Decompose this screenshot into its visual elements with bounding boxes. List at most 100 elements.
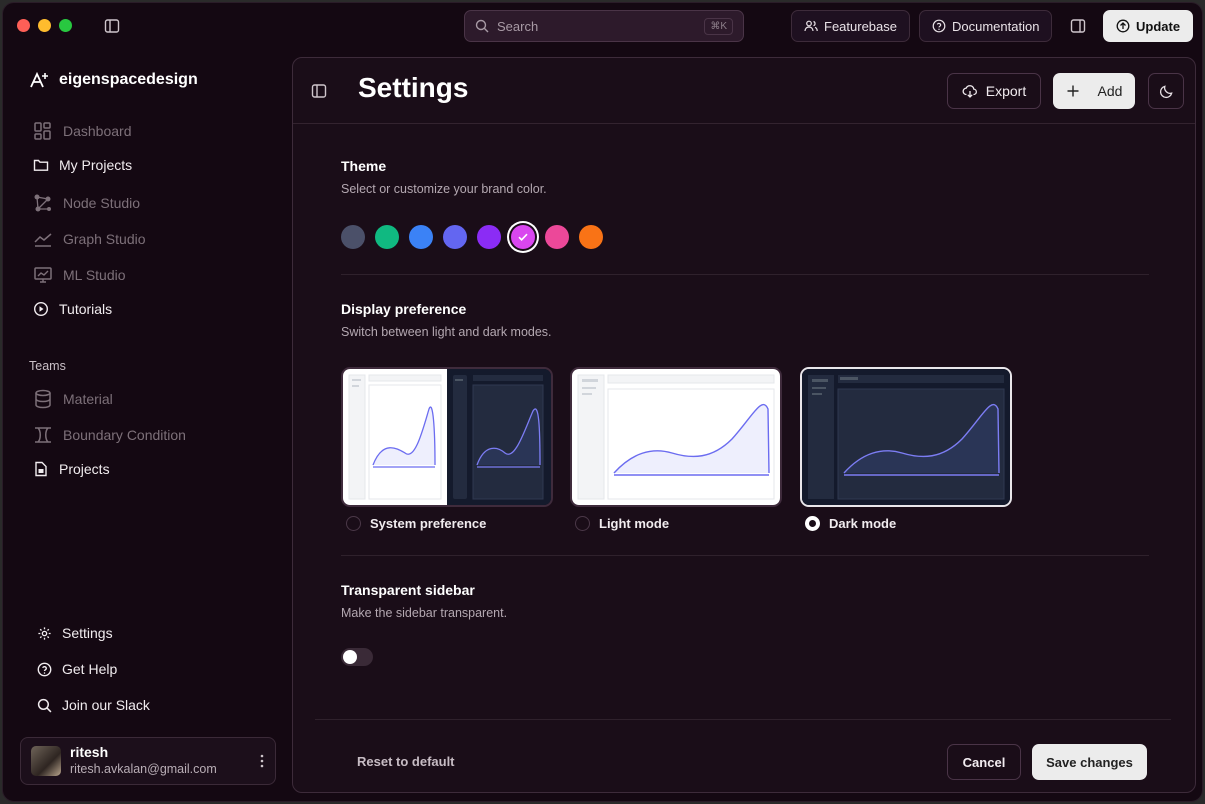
sidebar-item-node-studio[interactable]: Node Studio	[33, 193, 140, 213]
color-swatch-slate[interactable]	[341, 225, 365, 249]
system-preview-image	[343, 369, 551, 505]
app-window: Search ⌘K Featurebase Documentation Upda…	[2, 2, 1203, 802]
sidebar-item-join-slack[interactable]: Join our Slack	[37, 697, 150, 713]
transparent-title: Transparent sidebar	[341, 582, 475, 598]
file-icon	[33, 461, 49, 477]
sidebar-item-label: Get Help	[62, 661, 118, 677]
settings-header: Settings Export Add	[293, 58, 1195, 124]
sidebar-item-label: Settings	[62, 625, 113, 641]
help-circle-icon	[932, 19, 946, 33]
light-mode-card[interactable]	[570, 367, 782, 507]
theme-title: Theme	[341, 158, 387, 174]
sidebar-item-label: Boundary Condition	[63, 427, 186, 443]
transparent-sidebar-toggle[interactable]	[341, 648, 373, 666]
brand-name: eigenspacedesign	[59, 71, 198, 88]
color-swatch-fuchsia[interactable]	[511, 225, 535, 249]
system-preference-option[interactable]: System preference	[346, 516, 486, 531]
dashboard-icon	[33, 121, 53, 141]
sidebar-item-my-projects[interactable]: My Projects	[33, 157, 132, 173]
moon-icon	[1159, 84, 1174, 99]
color-swatch-pink[interactable]	[545, 225, 569, 249]
user-name: ritesh	[70, 744, 109, 761]
sidebar-item-label: ML Studio	[63, 267, 126, 283]
reset-to-default-button[interactable]: Reset to default	[357, 754, 455, 769]
sidebar-item-dashboard[interactable]: Dashboard	[33, 121, 132, 141]
minimize-window-button[interactable]	[38, 19, 51, 32]
sidebar-item-material[interactable]: Material	[33, 389, 113, 409]
color-swatch-green[interactable]	[375, 225, 399, 249]
divider	[341, 274, 1149, 275]
color-swatch-violet[interactable]	[477, 225, 501, 249]
save-changes-button[interactable]: Save changes	[1032, 744, 1147, 780]
light-preview-image	[572, 369, 780, 505]
system-preference-label: System preference	[370, 516, 487, 531]
folder-icon	[33, 157, 49, 173]
search-icon	[475, 19, 489, 33]
sidebar-item-label: Join our Slack	[62, 697, 150, 713]
user-card[interactable]: ritesh ritesh.avkalan@gmail.com	[20, 737, 276, 785]
export-label: Export	[985, 83, 1027, 99]
maximize-window-button[interactable]	[59, 19, 72, 32]
featurebase-button[interactable]: Featurebase	[791, 10, 910, 42]
teams-heading: Teams	[29, 359, 66, 373]
dark-mode-card[interactable]	[800, 367, 1012, 507]
update-label: Update	[1136, 18, 1181, 34]
panel-toggle-icon[interactable]	[1069, 17, 1087, 35]
plus-icon	[1066, 84, 1080, 98]
export-button[interactable]: Export	[947, 73, 1041, 109]
toggle-knob	[343, 650, 357, 664]
light-mode-label: Light mode	[599, 516, 670, 531]
system-preference-card[interactable]	[341, 367, 553, 507]
brand[interactable]: eigenspacedesign	[29, 71, 198, 89]
color-swatch-indigo[interactable]	[443, 225, 467, 249]
database-icon	[33, 389, 53, 409]
sidebar-item-projects[interactable]: Projects	[33, 461, 110, 477]
sidebar-item-settings[interactable]: Settings	[37, 625, 113, 641]
update-button[interactable]: Update	[1103, 10, 1194, 42]
logo-icon	[29, 71, 51, 89]
help-icon	[37, 662, 52, 677]
dark-mode-option[interactable]: Dark mode	[805, 516, 896, 531]
sidebar-item-get-help[interactable]: Get Help	[37, 661, 117, 677]
more-vertical-icon[interactable]	[259, 754, 265, 768]
arrow-up-circle-icon	[1116, 19, 1130, 33]
sidebar-item-tutorials[interactable]: Tutorials	[33, 301, 112, 317]
search-input[interactable]: Search ⌘K	[464, 10, 744, 42]
documentation-button[interactable]: Documentation	[919, 10, 1053, 42]
sidebar-item-label: Tutorials	[59, 301, 113, 317]
check-icon	[517, 231, 529, 243]
cancel-button[interactable]: Cancel	[947, 744, 1021, 780]
divider	[341, 555, 1149, 556]
system-preference-radio[interactable]	[346, 516, 361, 531]
avatar	[31, 746, 61, 776]
dark-mode-radio[interactable]	[805, 516, 820, 531]
dark-preview-image	[802, 369, 1010, 505]
sidebar-item-label: Projects	[59, 461, 110, 477]
theme-description: Select or customize your brand color.	[341, 182, 547, 196]
color-swatch-orange[interactable]	[579, 225, 603, 249]
nodes-icon	[33, 193, 53, 213]
sidebar-item-boundary-condition[interactable]: Boundary Condition	[33, 425, 186, 445]
close-window-button[interactable]	[17, 19, 30, 32]
sidebar-toggle-icon[interactable]	[103, 17, 121, 35]
light-mode-option[interactable]: Light mode	[575, 516, 669, 531]
theme-toggle-button[interactable]	[1148, 73, 1184, 109]
cloud-download-icon	[962, 83, 978, 99]
light-mode-radio[interactable]	[575, 516, 590, 531]
monitor-icon	[33, 265, 53, 285]
sidebar-item-ml-studio[interactable]: ML Studio	[33, 265, 126, 285]
search-shortcut: ⌘K	[704, 17, 733, 35]
color-swatch-blue[interactable]	[409, 225, 433, 249]
users-icon	[804, 19, 818, 33]
sidebar-item-graph-studio[interactable]: Graph Studio	[33, 229, 146, 249]
collapse-sidebar-icon[interactable]	[311, 83, 327, 99]
display-title: Display preference	[341, 301, 467, 317]
window-controls	[17, 19, 72, 32]
sidebar-item-label: Node Studio	[63, 195, 141, 211]
transparent-description: Make the sidebar transparent.	[341, 606, 508, 620]
display-description: Switch between light and dark modes.	[341, 325, 552, 339]
color-swatches	[341, 225, 603, 249]
boundary-icon	[33, 425, 53, 445]
featurebase-label: Featurebase	[824, 18, 897, 34]
add-button[interactable]: Add	[1053, 73, 1135, 109]
